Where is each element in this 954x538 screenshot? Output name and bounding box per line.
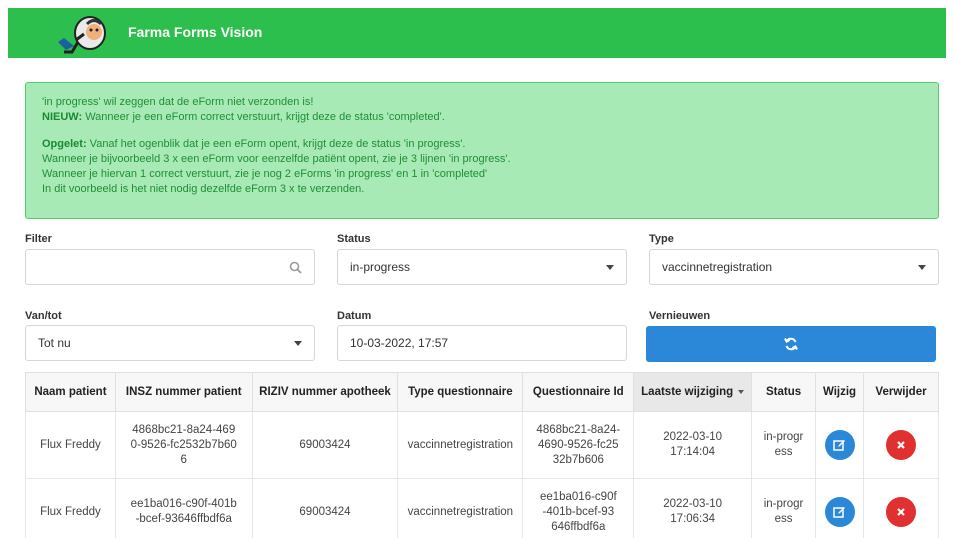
datum-label: Datum	[337, 310, 372, 322]
col-header-edit: Wijzig	[815, 372, 864, 412]
top-bar: Farma Forms Vision	[8, 8, 946, 58]
col-header-riziv[interactable]: RIZIV nummer apotheek	[251, 372, 399, 412]
alert-text: Wanneer je een eForm correct verstuurt, …	[82, 111, 445, 123]
delete-button[interactable]	[885, 497, 916, 527]
cell-insz: 4868bc21-8a24-4690-9526-fc2532b7b606	[114, 411, 253, 479]
status-select[interactable]: in-progress	[337, 249, 627, 285]
cell-type: vaccinnetregistration	[397, 411, 524, 479]
cell-status: in-progress	[751, 478, 817, 538]
col-header-last-modified[interactable]: Laatste wijziging	[633, 372, 753, 412]
cell-last-modified: 2022-03-10 17:14:04	[633, 411, 753, 479]
cell-edit	[815, 478, 864, 538]
vantot-select-value: Tot nu	[38, 336, 71, 350]
cell-name: Flux Freddy	[25, 478, 116, 538]
cell-time: 17:14:04	[670, 446, 716, 458]
alert-line: Wanneer je bijvoorbeeld 3 x een eForm vo…	[42, 153, 511, 165]
alert-line: 'in progress' wil zeggen dat de eForm ni…	[42, 96, 314, 108]
col-header-last-modified-label: Laatste wijziging	[641, 386, 734, 398]
chevron-down-icon	[606, 264, 614, 270]
cell-name: Flux Freddy	[25, 411, 116, 479]
app-title: Farma Forms Vision	[128, 24, 263, 40]
col-header-status[interactable]: Status	[751, 372, 817, 412]
vantot-select[interactable]: Tot nu	[25, 325, 315, 361]
cell-qid: 4868bc21-8a24-4690-9526-fc2532b7b606	[522, 411, 635, 479]
cell-riziv: 69003424	[251, 411, 399, 479]
table-row: Flux Freddy ee1ba016-c90f-401b-bcef-9364…	[25, 478, 940, 538]
cell-riziv: 69003424	[251, 478, 399, 538]
alert-bold: Opgelet:	[42, 138, 87, 150]
datum-input[interactable]: 10-03-2022, 17:57	[337, 325, 627, 361]
results-table: Naam patient INSZ nummer patient RIZIV n…	[25, 372, 940, 538]
cell-edit	[815, 411, 864, 479]
type-select[interactable]: vaccinnetregistration	[649, 249, 939, 285]
cell-last-modified: 2022-03-10 17:06:34	[633, 478, 753, 538]
col-header-qid[interactable]: Questionnaire Id	[522, 372, 635, 412]
type-select-value: vaccinnetregistration	[662, 260, 773, 274]
cell-delete	[862, 478, 940, 538]
chevron-down-icon	[918, 264, 926, 270]
status-select-value: in-progress	[350, 260, 411, 274]
table-header-row: Naam patient INSZ nummer patient RIZIV n…	[25, 372, 940, 412]
logo-mascot-icon	[58, 16, 106, 54]
edit-button[interactable]	[824, 430, 855, 460]
cell-qid: ee1ba016-c90f-401b-bcef-93646ffbdf6a	[522, 478, 635, 538]
filter-input[interactable]	[25, 249, 315, 285]
alert-bold: NIEUW:	[42, 111, 83, 123]
edit-button[interactable]	[824, 497, 855, 527]
alert-line: Opgelet: Vanaf het ogenblik dat je een e…	[42, 137, 922, 152]
close-icon	[897, 508, 905, 516]
table-row: Flux Freddy 4868bc21-8a24-4690-9526-fc25…	[25, 411, 940, 479]
alert-line: In dit voorbeeld is het niet nodig dezel…	[42, 183, 365, 195]
filter-label: Filter	[25, 233, 52, 245]
refresh-button[interactable]	[646, 326, 936, 362]
col-header-delete: Verwijder	[862, 372, 940, 412]
status-label: Status	[337, 233, 371, 245]
col-header-name[interactable]: Naam patient	[25, 372, 116, 412]
datum-value: 10-03-2022, 17:57	[350, 336, 449, 350]
alert-line: Wanneer je hiervan 1 correct verstuurt, …	[42, 168, 488, 180]
cell-status: in-progress	[751, 411, 817, 479]
cell-date: 2022-03-10	[663, 498, 723, 510]
edit-icon	[833, 506, 845, 518]
col-header-type[interactable]: Type questionnaire	[397, 372, 524, 412]
info-alert: 'in progress' wil zeggen dat de eForm ni…	[25, 82, 939, 219]
close-icon	[897, 441, 905, 449]
refresh-label: Vernieuwen	[649, 310, 711, 322]
refresh-icon	[784, 337, 798, 351]
cell-insz: ee1ba016-c90f-401b-bcef-93646ffbdf6a	[114, 478, 253, 538]
alert-line: NIEUW: Wanneer je een eForm correct vers…	[42, 110, 922, 125]
alert-text: Vanaf het ogenblik dat je een eForm open…	[86, 138, 466, 150]
vantot-label: Van/tot	[25, 310, 62, 322]
cell-date: 2022-03-10	[663, 431, 723, 443]
edit-icon	[833, 439, 845, 451]
sort-down-icon	[738, 389, 745, 394]
delete-button[interactable]	[885, 430, 916, 460]
chevron-down-icon	[294, 340, 302, 346]
cell-type: vaccinnetregistration	[397, 478, 524, 538]
type-label: Type	[649, 233, 674, 245]
col-header-insz[interactable]: INSZ nummer patient	[114, 372, 253, 412]
cell-time: 17:06:34	[670, 513, 716, 525]
search-icon[interactable]	[289, 261, 302, 274]
cell-delete	[862, 411, 940, 479]
